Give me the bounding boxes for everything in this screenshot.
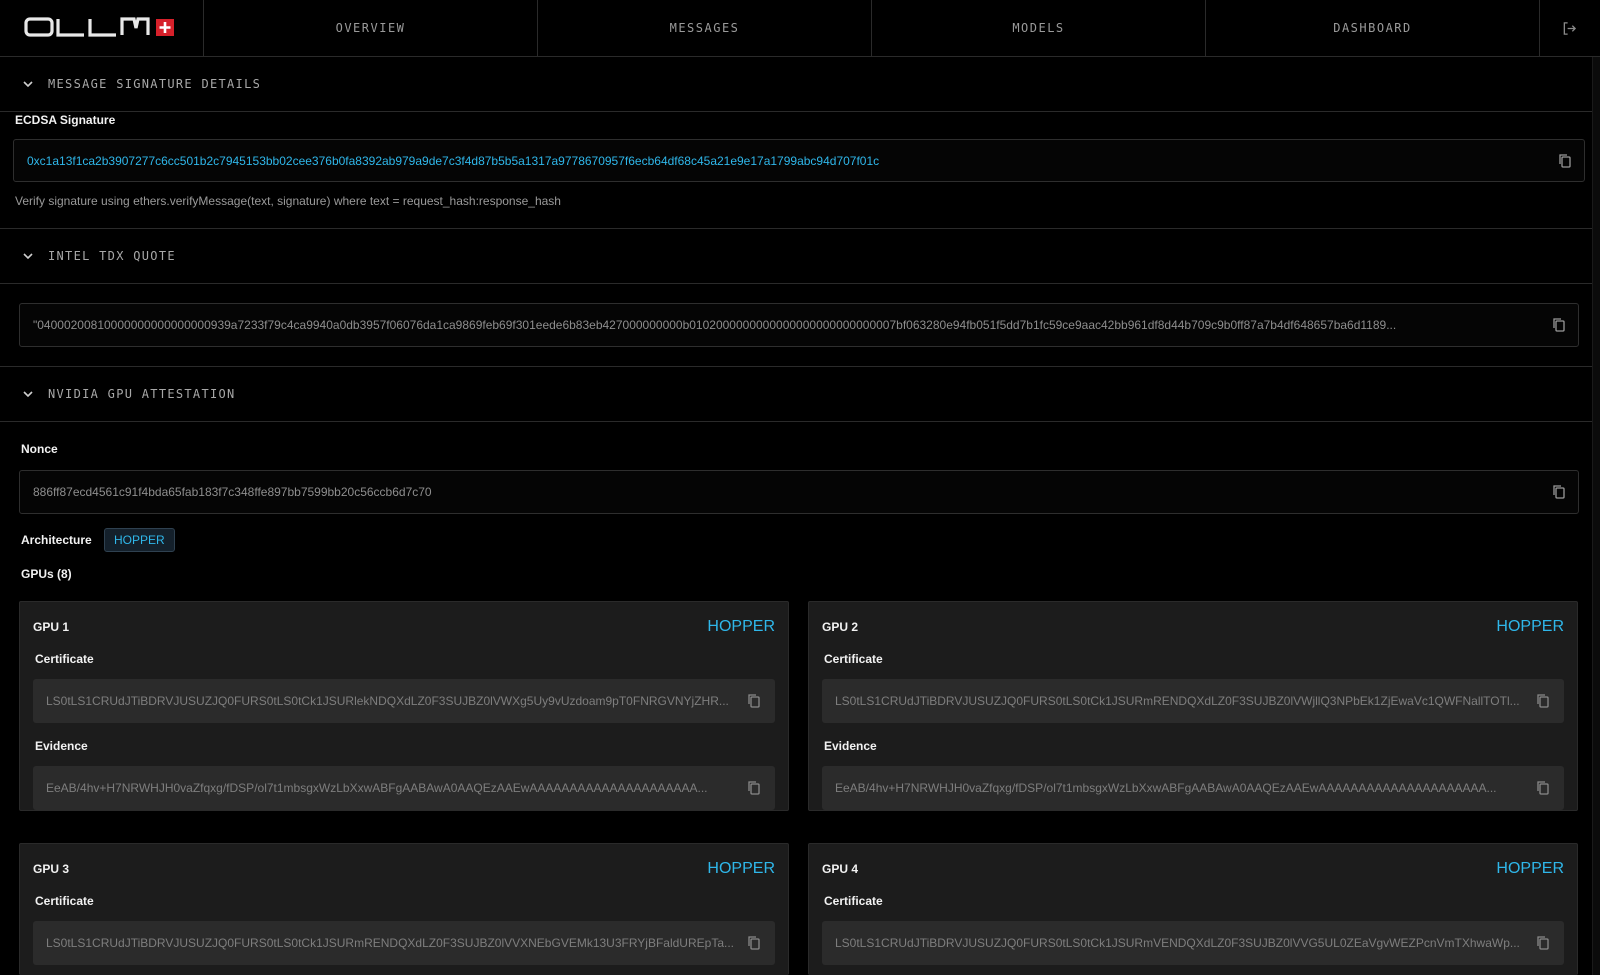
copy-icon[interactable] (1552, 317, 1566, 333)
gpu-arch: HOPPER (707, 860, 775, 877)
signature-field[interactable]: 0xc1a13f1ca2b3907277c6cc501b2c7945153bb0… (13, 139, 1585, 182)
top-navigation: OVERVIEW MESSAGES MODELS DASHBOARD (0, 0, 1600, 57)
signature-value: 0xc1a13f1ca2b3907277c6cc501b2c7945153bb0… (27, 153, 880, 168)
certificate-value: LS0tLS1CRUdJTiBDRVJUSUZJQ0FURS0tLS0tCk1J… (46, 694, 729, 708)
copy-icon[interactable] (747, 693, 761, 709)
section-title: INTEL TDX QUOTE (48, 249, 176, 263)
chevron-down-icon (23, 253, 33, 260)
scrollbar[interactable] (1592, 57, 1600, 975)
gpu-arch: HOPPER (1496, 860, 1564, 877)
certificate-field[interactable]: LS0tLS1CRUdJTiBDRVJUSUZJQ0FURS0tLS0tCk1J… (822, 921, 1564, 965)
certificate-field[interactable]: LS0tLS1CRUdJTiBDRVJUSUZJQ0FURS0tLS0tCk1J… (33, 679, 775, 723)
signature-hint: Verify signature using ethers.verifyMess… (15, 194, 561, 208)
certificate-value: LS0tLS1CRUdJTiBDRVJUSUZJQ0FURS0tLS0tCk1J… (835, 936, 1520, 950)
nonce-field[interactable]: 886ff87ecd4561c91f4bda65fab183f7c348ffe8… (19, 470, 1579, 514)
copy-icon[interactable] (1536, 780, 1550, 796)
certificate-field[interactable]: LS0tLS1CRUdJTiBDRVJUSUZJQ0FURS0tLS0tCk1J… (33, 921, 775, 965)
copy-icon[interactable] (747, 935, 761, 951)
evidence-value: EeAB/4hv+H7NRWHJH0vaZfqxg/fDSP/ol7t1mbsg… (46, 781, 708, 795)
architecture-label: Architecture (21, 533, 92, 547)
gpus-count-label: GPUs (8) (21, 567, 72, 581)
gpu-arch: HOPPER (1496, 618, 1564, 635)
nonce-value: 886ff87ecd4561c91f4bda65fab183f7c348ffe8… (33, 485, 432, 499)
tdx-quote-field[interactable]: "04000200810000000000000000939a7233f79c4… (19, 303, 1579, 347)
copy-icon[interactable] (1536, 935, 1550, 951)
copy-icon[interactable] (747, 780, 761, 796)
tab-models[interactable]: MODELS (872, 0, 1206, 56)
copy-icon[interactable] (1536, 693, 1550, 709)
gpu-card: GPU 2 HOPPER Certificate LS0tLS1CRUdJTiB… (808, 601, 1578, 811)
certificate-value: LS0tLS1CRUdJTiBDRVJUSUZJQ0FURS0tLS0tCk1J… (835, 694, 1520, 708)
certificate-label: Certificate (824, 652, 883, 666)
ollm-logo-icon (24, 17, 174, 37)
tdx-section-header[interactable]: INTEL TDX QUOTE (0, 229, 1600, 284)
copy-icon[interactable] (1552, 484, 1566, 500)
certificate-label: Certificate (35, 652, 94, 666)
gpu-card: GPU 1 HOPPER Certificate LS0tLS1CRUdJTiB… (19, 601, 789, 811)
gpu-name: GPU 1 (33, 620, 70, 634)
chevron-down-icon (23, 81, 33, 88)
tab-messages[interactable]: MESSAGES (538, 0, 872, 56)
certificate-field[interactable]: LS0tLS1CRUdJTiBDRVJUSUZJQ0FURS0tLS0tCk1J… (822, 679, 1564, 723)
gpu-card: GPU 3 HOPPER Certificate LS0tLS1CRUdJTiB… (19, 843, 789, 975)
certificate-value: LS0tLS1CRUdJTiBDRVJUSUZJQ0FURS0tLS0tCk1J… (46, 936, 734, 950)
logout-button[interactable] (1540, 0, 1598, 56)
evidence-label: Evidence (35, 739, 88, 753)
copy-icon[interactable] (1558, 153, 1572, 169)
gpu-arch: HOPPER (707, 618, 775, 635)
tab-dashboard[interactable]: DASHBOARD (1206, 0, 1540, 56)
gpu-card: GPU 4 HOPPER Certificate LS0tLS1CRUdJTiB… (808, 843, 1578, 975)
evidence-field[interactable]: EeAB/4hv+H7NRWHJH0vaZfqxg/fDSP/ol7t1mbsg… (822, 766, 1564, 810)
evidence-value: EeAB/4hv+H7NRWHJH0vaZfqxg/fDSP/ol7t1mbsg… (835, 781, 1497, 795)
gpu-name: GPU 3 (33, 862, 70, 876)
tdx-quote-value: "04000200810000000000000000939a7233f79c4… (33, 318, 1397, 332)
architecture-badge: HOPPER (104, 528, 175, 552)
gpu-name: GPU 2 (822, 620, 859, 634)
evidence-field[interactable]: EeAB/4hv+H7NRWHJH0vaZfqxg/fDSP/ol7t1mbsg… (33, 766, 775, 810)
certificate-label: Certificate (824, 894, 883, 908)
section-title: NVIDIA GPU ATTESTATION (48, 387, 236, 401)
signature-section-header[interactable]: MESSAGE SIGNATURE DETAILS (0, 57, 1600, 112)
logout-icon (1563, 21, 1576, 35)
signature-label: ECDSA Signature (15, 113, 116, 127)
certificate-label: Certificate (35, 894, 94, 908)
nonce-label: Nonce (21, 442, 58, 456)
logo[interactable] (0, 0, 204, 56)
section-title: MESSAGE SIGNATURE DETAILS (48, 77, 262, 91)
evidence-label: Evidence (824, 739, 877, 753)
tab-overview[interactable]: OVERVIEW (204, 0, 538, 56)
gpu-name: GPU 4 (822, 862, 859, 876)
gpu-section-header[interactable]: NVIDIA GPU ATTESTATION (0, 367, 1600, 422)
chevron-down-icon (23, 391, 33, 398)
